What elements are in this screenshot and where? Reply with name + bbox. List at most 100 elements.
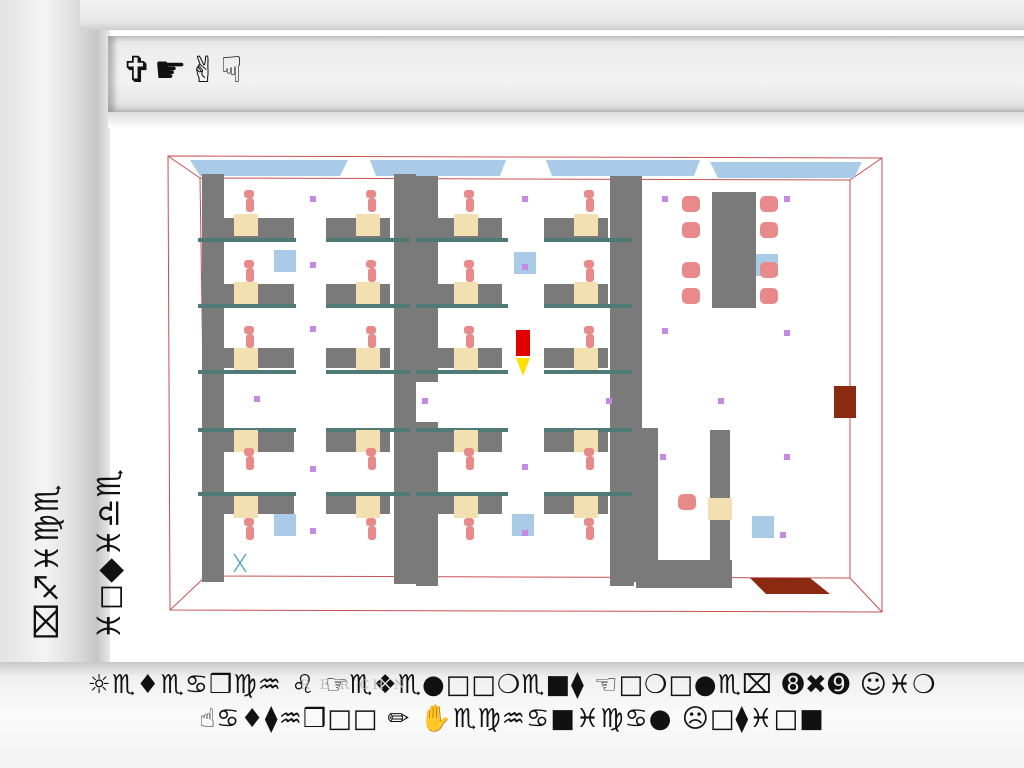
floor-tile bbox=[514, 252, 536, 274]
person-figure-part bbox=[366, 448, 376, 456]
sensor-marker bbox=[310, 326, 316, 332]
sensor-marker bbox=[522, 464, 528, 470]
person-figure-part bbox=[464, 260, 474, 268]
person-figure bbox=[366, 190, 376, 212]
sensor-marker bbox=[784, 196, 790, 202]
wall-segment bbox=[636, 560, 732, 588]
desk bbox=[574, 214, 598, 236]
person-figure-part bbox=[244, 518, 254, 526]
person-figure-part bbox=[244, 260, 254, 268]
shelf bbox=[544, 492, 632, 496]
desk bbox=[234, 496, 258, 518]
title-underline-shade bbox=[108, 112, 1024, 128]
person-figure-part bbox=[366, 518, 376, 526]
x-mark-icon bbox=[233, 553, 247, 573]
shelf bbox=[416, 492, 508, 496]
sensor-marker bbox=[310, 466, 316, 472]
shelf bbox=[326, 238, 410, 242]
person-figure-part bbox=[584, 326, 594, 334]
shelf bbox=[416, 304, 508, 308]
person-figure-part bbox=[466, 198, 474, 212]
person-figure-part bbox=[366, 326, 376, 334]
person-figure bbox=[760, 288, 778, 304]
title-bar: ✞☛✌☟ bbox=[108, 36, 1024, 112]
person-figure-part bbox=[586, 268, 594, 282]
shelf bbox=[544, 304, 632, 308]
person-figure-part bbox=[464, 518, 474, 526]
desk bbox=[574, 348, 598, 370]
person-figure bbox=[682, 222, 700, 238]
windows bbox=[190, 160, 862, 178]
shelf bbox=[544, 370, 632, 374]
slide-title: ✞☛✌☟ bbox=[122, 50, 245, 91]
person-figure-part bbox=[246, 526, 254, 540]
person-figure bbox=[584, 190, 594, 212]
person-figure-part bbox=[244, 190, 254, 198]
sensor-marker bbox=[254, 396, 260, 402]
exit-marker-red bbox=[516, 330, 530, 356]
shelf bbox=[416, 370, 508, 374]
sensor-marker bbox=[522, 196, 528, 202]
person-figure bbox=[682, 262, 700, 278]
person-figure-part bbox=[368, 334, 376, 348]
person-figure-part bbox=[584, 190, 594, 198]
wall-segment bbox=[394, 174, 416, 584]
footer-bar: ☼♏♦♏♋❒♍♒ ♌ ☞♏❖♏●□□❍♏■⧫ ☜□❍□●♏⌧ ➑✖➒ ☺♓❍ ☝… bbox=[0, 662, 1024, 768]
sensor-marker bbox=[660, 454, 666, 460]
person-figure bbox=[366, 326, 376, 348]
exit-marker-arrow bbox=[516, 358, 530, 376]
person-figure bbox=[760, 222, 778, 238]
person-figure bbox=[584, 518, 594, 540]
person-figure-part bbox=[586, 198, 594, 212]
person-figure bbox=[464, 260, 474, 282]
shelf bbox=[544, 238, 632, 242]
person-figure bbox=[760, 196, 778, 212]
person-figure bbox=[244, 326, 254, 348]
sensor-marker bbox=[780, 532, 786, 538]
wall-segment bbox=[712, 192, 756, 308]
person-figure-part bbox=[466, 456, 474, 470]
shelf bbox=[198, 370, 296, 374]
person-figure-part bbox=[246, 268, 254, 282]
person-figure bbox=[464, 448, 474, 470]
person-figure bbox=[682, 196, 700, 212]
sensor-marker bbox=[662, 196, 668, 202]
desk bbox=[234, 348, 258, 370]
person-figure-part bbox=[586, 334, 594, 348]
person-figure-part bbox=[246, 198, 254, 212]
wall-segment bbox=[416, 422, 438, 586]
desk bbox=[454, 348, 478, 370]
desk bbox=[234, 214, 258, 236]
sensor-marker bbox=[310, 196, 316, 202]
people-figures bbox=[244, 190, 778, 540]
person-figure bbox=[464, 518, 474, 540]
door-bottom bbox=[750, 578, 830, 594]
person-figure bbox=[584, 260, 594, 282]
wall-segment bbox=[202, 174, 224, 582]
desk bbox=[356, 348, 380, 370]
person-figure bbox=[464, 190, 474, 212]
sensor-marker bbox=[784, 454, 790, 460]
shelf bbox=[326, 370, 410, 374]
person-figure-part bbox=[366, 190, 376, 198]
person-figure bbox=[584, 326, 594, 348]
person-figure-part bbox=[464, 448, 474, 456]
desk bbox=[234, 282, 258, 304]
person-figure-part bbox=[368, 268, 376, 282]
person-figure-part bbox=[366, 260, 376, 268]
desk bbox=[574, 282, 598, 304]
person-figure-part bbox=[246, 456, 254, 470]
person-figure bbox=[244, 260, 254, 282]
sensor-marker bbox=[310, 262, 316, 268]
desk bbox=[356, 282, 380, 304]
person-figure bbox=[678, 494, 696, 510]
sensor-marker bbox=[662, 328, 668, 334]
footer-line-1: ☼♏♦♏♋❒♍♒ ♌ ☞♏❖♏●□□❍♏■⧫ ☜□❍□●♏⌧ ➑✖➒ ☺♓❍ bbox=[87, 670, 937, 700]
person-figure bbox=[584, 448, 594, 470]
person-figure-part bbox=[368, 526, 376, 540]
vertical-line-2: ♓◻◆♓♎♏ bbox=[90, 468, 128, 640]
person-figure-part bbox=[586, 456, 594, 470]
door-right bbox=[834, 386, 856, 418]
person-figure-part bbox=[244, 326, 254, 334]
person-figure-part bbox=[246, 334, 254, 348]
